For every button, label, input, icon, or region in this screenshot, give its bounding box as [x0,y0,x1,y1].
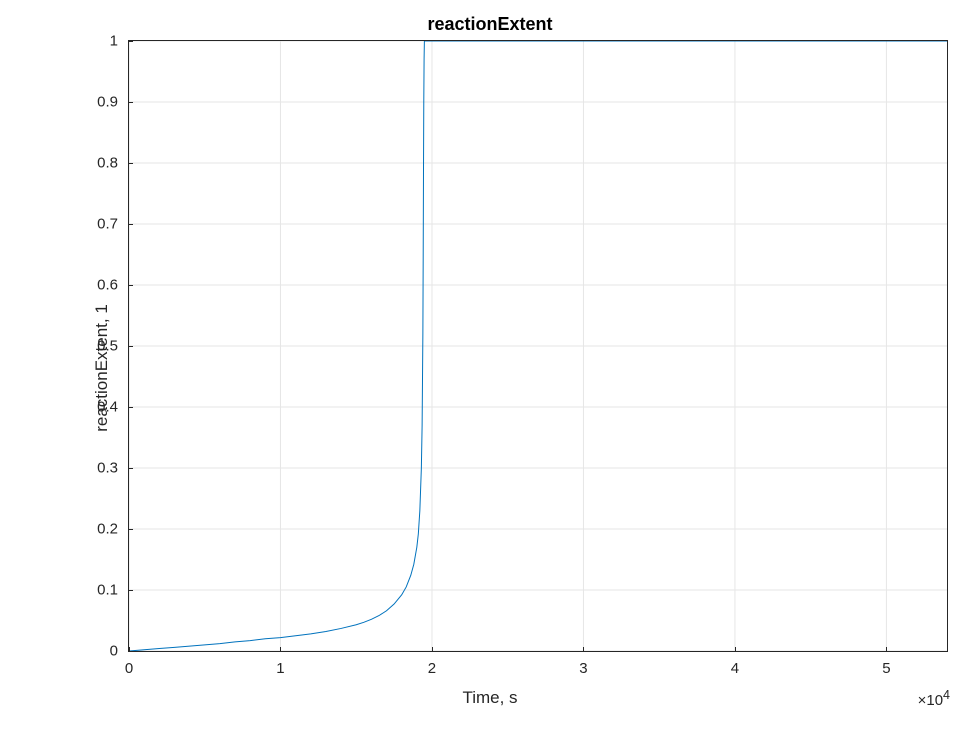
y-tick-mark [128,590,133,591]
y-tick-label: 0.2 [78,521,118,538]
y-tick-label: 0.3 [78,460,118,477]
x-tick-label: 2 [428,660,436,677]
x-tick-label: 4 [731,660,739,677]
figure: reactionExtent reactionExtent, 1 0123450… [0,0,980,735]
y-tick-label: 0 [78,643,118,660]
y-tick-label: 0.8 [78,155,118,172]
y-tick-mark [128,163,133,164]
axes [128,40,948,652]
chart-title: reactionExtent [0,14,980,35]
y-tick-mark [128,41,133,42]
x-tick-mark [735,647,736,652]
y-tick-mark [128,224,133,225]
y-tick-mark [128,468,133,469]
x-tick-label: 3 [579,660,587,677]
x-tick-mark [280,647,281,652]
x-tick-mark [886,647,887,652]
y-tick-label: 0.6 [78,277,118,294]
y-tick-mark [128,407,133,408]
x-tick-label: 1 [276,660,284,677]
y-tick-label: 0.5 [78,338,118,355]
x-tick-label: 5 [882,660,890,677]
y-tick-label: 0.7 [78,216,118,233]
y-tick-mark [128,346,133,347]
y-tick-mark [128,529,133,530]
y-tick-mark [128,102,133,103]
x-axis-exponent: ×104 [918,688,950,709]
x-tick-label: 0 [125,660,133,677]
y-tick-label: 0.9 [78,94,118,111]
plot-area [129,41,947,651]
x-tick-mark [432,647,433,652]
x-axis-label: Time, s [0,688,980,708]
x-tick-mark [583,647,584,652]
y-tick-label: 1 [78,33,118,50]
y-tick-label: 0.1 [78,582,118,599]
y-tick-label: 0.4 [78,399,118,416]
y-tick-mark [128,651,133,652]
y-tick-mark [128,285,133,286]
